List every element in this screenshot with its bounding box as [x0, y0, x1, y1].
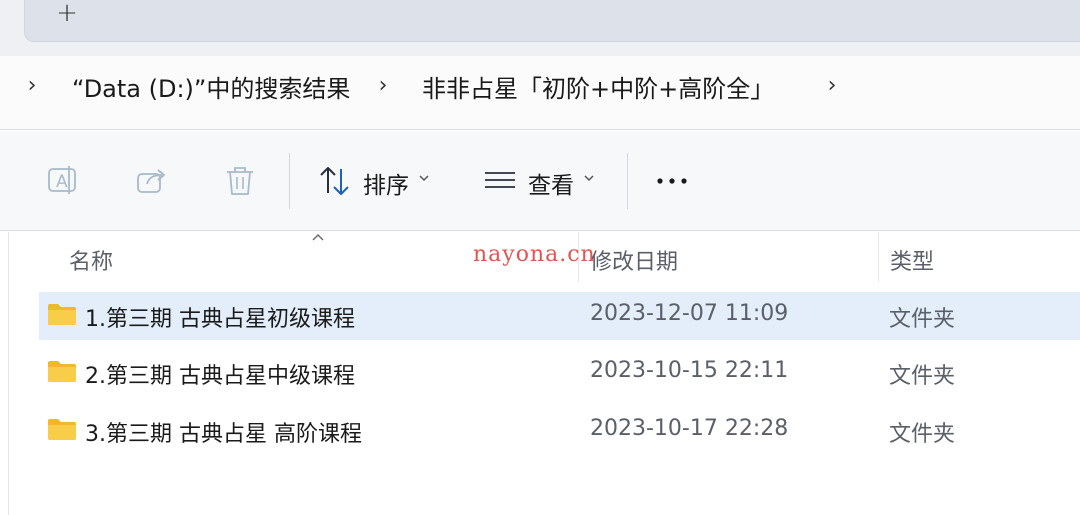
more-options-icon[interactable]	[654, 163, 690, 199]
address-bar[interactable]: › “Data (D:)”中的搜索结果 › 非非占星「初阶+中阶+高阶全」 ›	[0, 56, 1080, 130]
file-row[interactable]: 2.第三期 古典占星中级课程 2023-10-15 22:11 文件夹	[39, 349, 1080, 397]
folder-icon	[48, 361, 76, 382]
command-bar: A 排序 查看	[0, 131, 1080, 231]
trash-icon[interactable]	[222, 163, 258, 199]
view-list-icon[interactable]	[482, 163, 518, 199]
sort-icon[interactable]	[317, 163, 353, 199]
sort-indicator-icon	[312, 234, 324, 241]
file-modified-date: 2023-12-07 11:09	[590, 301, 789, 326]
svg-text:A: A	[56, 172, 68, 192]
breadcrumb-item-folder[interactable]: 非非占星「初阶+中阶+高阶全」	[422, 56, 774, 116]
file-list: 名称 修改日期 类型 nayona.cn 1.第三期 古典占星初级课程 2023…	[8, 232, 1080, 515]
command-separator	[289, 153, 290, 209]
sort-button[interactable]: 排序	[363, 166, 409, 200]
new-tab-button[interactable]: +	[54, 0, 80, 28]
breadcrumb-chevron-icon[interactable]: ›	[822, 74, 842, 98]
command-separator	[627, 153, 628, 209]
chevron-down-icon[interactable]	[582, 171, 596, 185]
file-type: 文件夹	[889, 422, 956, 447]
column-header-type[interactable]: 类型	[890, 244, 934, 276]
folder-icon	[48, 419, 76, 440]
tab-strip: +	[0, 0, 1080, 56]
breadcrumb-chevron-icon[interactable]: ›	[373, 74, 393, 98]
file-type: 文件夹	[889, 307, 956, 332]
rename-icon[interactable]: A	[45, 163, 81, 199]
breadcrumb-item-search-results[interactable]: “Data (D:)”中的搜索结果	[72, 56, 350, 116]
watermark: nayona.cn	[473, 242, 596, 267]
file-modified-date: 2023-10-17 22:28	[590, 416, 789, 441]
tab-bar-background	[24, 0, 1080, 42]
column-header-name[interactable]: 名称	[69, 244, 113, 276]
file-row[interactable]: 3.第三期 古典占星 高阶课程 2023-10-17 22:28 文件夹	[39, 407, 1080, 455]
file-modified-date: 2023-10-15 22:11	[590, 358, 789, 383]
view-button[interactable]: 查看	[528, 166, 574, 200]
breadcrumb-chevron-icon[interactable]: ›	[22, 74, 42, 98]
file-name: 3.第三期 古典占星 高阶课程	[85, 422, 362, 447]
file-name: 1.第三期 古典占星初级课程	[85, 307, 355, 332]
share-icon[interactable]	[134, 163, 170, 199]
column-divider[interactable]	[878, 232, 879, 282]
chevron-down-icon[interactable]	[417, 171, 431, 185]
file-name: 2.第三期 古典占星中级课程	[85, 364, 355, 389]
folder-icon	[48, 304, 76, 325]
file-row[interactable]: 1.第三期 古典占星初级课程 2023-12-07 11:09 文件夹	[39, 292, 1080, 340]
column-header-modified[interactable]: 修改日期	[590, 244, 678, 276]
file-type: 文件夹	[889, 364, 956, 389]
